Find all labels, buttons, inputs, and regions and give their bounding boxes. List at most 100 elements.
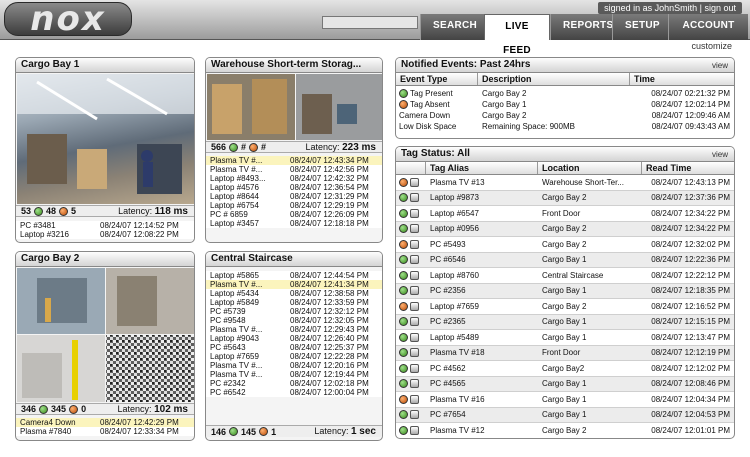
table-row[interactable]: Laptop #8760 Central Staircase 08/24/07 12…: [396, 268, 734, 284]
search-input[interactable]: [322, 16, 418, 29]
camera-snapshot-icon[interactable]: [410, 301, 419, 311]
camera-snapshot-icon[interactable]: [410, 177, 419, 187]
camera-snapshot-icon[interactable]: [410, 193, 419, 203]
camera-snapshot-icon[interactable]: [410, 239, 419, 249]
table-row[interactable]: Plasma TV #18 Front Door 08/24/07 12:12:19…: [396, 345, 734, 361]
view-link[interactable]: view: [712, 59, 728, 72]
table-row[interactable]: Tag Absent Cargo Bay 1 08/24/07 12:02:14 P…: [396, 99, 734, 110]
table-row[interactable]: Low Disk Space Remaining Space: 900MB 08/2…: [396, 121, 734, 132]
tag-status-table: Plasma TV #13 Warehouse Short-Ter... 08/24…: [396, 175, 734, 438]
signin-status[interactable]: signed in as JohnSmith | sign out: [598, 2, 742, 14]
green-tag-icon: [399, 332, 408, 342]
green-tag-icon: [39, 404, 49, 414]
list-item[interactable]: Plasma TV #... 08/24/07 12:43:34 PM: [206, 156, 382, 165]
table-row[interactable]: Laptop #0956 Cargo Bay 2 08/24/07 12:34:22…: [396, 221, 734, 237]
list-item[interactable]: PC #9548 08/24/07 12:32:05 PM: [206, 316, 382, 325]
customize-link[interactable]: customize: [691, 41, 732, 51]
tab-setup[interactable]: SETUP: [612, 14, 668, 40]
table-row[interactable]: PC #4565 Cargo Bay 1 08/24/07 12:08:46 PM: [396, 376, 734, 392]
panel-title: Notified Events: Past 24hrs view: [396, 58, 734, 73]
nox-logo[interactable]: nox: [4, 2, 132, 36]
table-row[interactable]: Camera Down Cargo Bay 2 08/24/07 12:09:46 …: [396, 110, 734, 121]
camera-snapshot-icon[interactable]: [410, 317, 419, 327]
list-item[interactable]: Laptop #7659 08/24/07 12:22:28 PM: [206, 352, 382, 361]
camera-snapshot-icon[interactable]: [410, 208, 419, 218]
table-row[interactable]: Laptop #9873 Cargo Bay 2 08/24/07 12:37:36…: [396, 190, 734, 206]
camera-snapshot-icon[interactable]: [410, 410, 419, 420]
list-item[interactable]: Plasma TV #... 08/24/07 12:41:34 PM: [206, 280, 382, 289]
list-item[interactable]: Plasma TV #... 08/24/07 12:20:16 PM: [206, 361, 382, 370]
column-header[interactable]: Read Time: [642, 162, 734, 174]
camera-feed[interactable]: [207, 74, 382, 140]
table-row[interactable]: PC #2365 Cargo Bay 1 08/24/07 12:15:15 PM: [396, 314, 734, 330]
column-header[interactable]: Tag Alias: [426, 162, 538, 174]
column-header-status[interactable]: [396, 162, 426, 174]
list-item[interactable]: Laptop #5865 08/24/07 12:44:54 PM: [206, 271, 382, 280]
column-header[interactable]: Event Type: [396, 73, 478, 85]
orange-tag-icon: [399, 177, 408, 187]
camera-snapshot-icon[interactable]: [410, 286, 419, 296]
list-item[interactable]: PC #3481 08/24/07 12:14:52 PM: [16, 221, 194, 230]
camera-snapshot-icon[interactable]: [410, 255, 419, 265]
camera-snapshot-icon[interactable]: [410, 332, 419, 342]
column-header[interactable]: Time: [630, 73, 734, 85]
table-row[interactable]: PC #4562 Cargo Bay2 08/24/07 12:12:02 PM: [396, 361, 734, 377]
camera-snapshot-icon[interactable]: [410, 363, 419, 373]
tab-reports[interactable]: REPORTS: [550, 14, 613, 40]
table-row[interactable]: Tag Present Cargo Bay 2 08/24/07 02:21:32 …: [396, 88, 734, 99]
list-item[interactable]: Laptop #5849 08/24/07 12:33:59 PM: [206, 298, 382, 307]
table-row[interactable]: Plasma TV #13 Warehouse Short-Ter... 08/24…: [396, 175, 734, 191]
latency-readout: Latency: 118 ms: [118, 205, 188, 217]
camera-snapshot-icon[interactable]: [410, 270, 419, 280]
camera-snapshot-icon[interactable]: [410, 394, 419, 404]
tab-account[interactable]: ACCOUNT: [668, 14, 748, 40]
main-nav: SEARCH LIVE FEED REPORTS SETUP ACCOUNT: [420, 14, 748, 56]
green-tag-icon: [399, 193, 408, 203]
tag-count-bar: 566 # # Latency: 223 ms: [206, 141, 382, 153]
list-item[interactable]: Laptop #8644 08/24/07 12:31:29 PM: [206, 192, 382, 201]
camera-snapshot-icon[interactable]: [410, 379, 419, 389]
table-row[interactable]: Plasma TV #12 Cargo Bay 2 08/24/07 12:01:0…: [396, 423, 734, 438]
list-item[interactable]: Plasma TV #... 08/24/07 12:19:44 PM: [206, 370, 382, 379]
list-item[interactable]: PC #2342 08/24/07 12:02:18 PM: [206, 379, 382, 388]
table-row[interactable]: PC #7654 Cargo Bay 1 08/24/07 12:04:53 PM: [396, 407, 734, 423]
top-header: nox signed in as JohnSmith | sign out SE…: [0, 0, 750, 56]
list-item[interactable]: Plasma TV #... 08/24/07 12:29:43 PM: [206, 325, 382, 334]
orange-tag-icon: [399, 394, 408, 404]
camera-snapshot-icon[interactable]: [410, 224, 419, 234]
table-row[interactable]: PC #6546 Cargo Bay 1 08/24/07 12:22:36 PM: [396, 252, 734, 268]
camera-panel-central-staircase: Central Staircase Laptop #5865 08/24/07 1…: [205, 251, 383, 441]
list-item[interactable]: Laptop #4576 08/24/07 12:36:54 PM: [206, 183, 382, 192]
list-item[interactable]: PC #5739 08/24/07 12:32:12 PM: [206, 307, 382, 316]
camera-grid[interactable]: [17, 268, 194, 402]
table-row[interactable]: Laptop #7659 Cargo Bay 2 08/24/07 12:16:52…: [396, 299, 734, 315]
column-header[interactable]: Location: [538, 162, 642, 174]
list-item[interactable]: Plasma #7840 08/24/07 12:33:34 PM: [16, 427, 194, 436]
tab-live-feed[interactable]: LIVE FEED: [484, 14, 550, 56]
list-item[interactable]: Camera4 Down 08/24/07 12:42:29 PM: [16, 418, 194, 427]
view-link[interactable]: view: [712, 148, 728, 161]
list-item[interactable]: Laptop #8493... 08/24/07 12:42:32 PM: [206, 174, 382, 183]
list-item[interactable]: PC # 6859 08/24/07 12:26:09 PM: [206, 210, 382, 219]
table-row[interactable]: Laptop #6547 Front Door 08/24/07 12:34:22 …: [396, 206, 734, 222]
list-item[interactable]: PC #6542 08/24/07 12:00:04 PM: [206, 388, 382, 397]
table-row[interactable]: Plasma TV #16 Cargo Bay 1 08/24/07 12:04:3…: [396, 392, 734, 408]
orange-tag-icon: [59, 206, 69, 216]
list-item[interactable]: Plasma TV #... 08/24/07 12:42:56 PM: [206, 165, 382, 174]
list-item[interactable]: Laptop #5434 08/24/07 12:38:58 PM: [206, 289, 382, 298]
list-item[interactable]: Laptop #3216 08/24/07 12:08:22 PM: [16, 230, 194, 239]
table-row[interactable]: PC #2356 Cargo Bay 1 08/24/07 12:18:35 PM: [396, 283, 734, 299]
list-item[interactable]: Laptop #9043 08/24/07 12:26:40 PM: [206, 334, 382, 343]
camera-feed[interactable]: [17, 74, 194, 204]
camera-snapshot-icon[interactable]: [410, 348, 419, 358]
camera-snapshot-icon[interactable]: [410, 425, 419, 435]
tab-search[interactable]: SEARCH: [420, 14, 484, 40]
table-row[interactable]: Laptop #5489 Cargo Bay 1 08/24/07 12:13:47…: [396, 330, 734, 346]
list-item[interactable]: Laptop #6754 08/24/07 12:29:19 PM: [206, 201, 382, 210]
column-header[interactable]: Description: [478, 73, 630, 85]
warehouse-scene-icon: [17, 74, 194, 194]
table-row[interactable]: PC #5493 Cargo Bay 2 08/24/07 12:32:02 PM: [396, 237, 734, 253]
list-item[interactable]: PC #5643 08/24/07 12:25:37 PM: [206, 343, 382, 352]
list-item[interactable]: Laptop #3457 08/24/07 12:18:18 PM: [206, 219, 382, 228]
latency-readout: Latency: 1 sec: [314, 426, 376, 437]
